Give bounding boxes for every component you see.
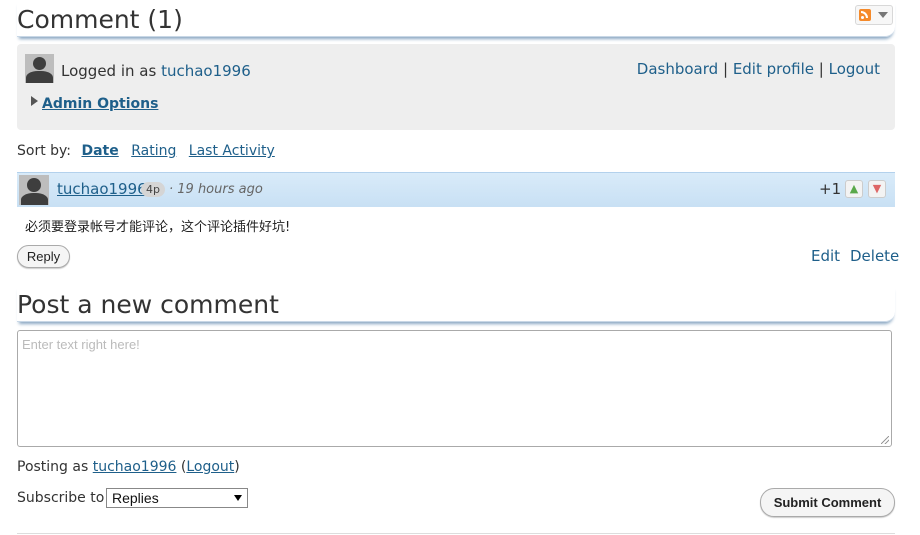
admin-options-link[interactable]: Admin Options bbox=[42, 96, 158, 112]
logged-in-username-link[interactable]: tuchao1996 bbox=[161, 62, 251, 80]
comment-body: 必须要登录帐号才能评论，这个评论插件好坑! bbox=[25, 220, 291, 235]
avatar bbox=[25, 54, 54, 83]
admin-options-toggle[interactable]: Admin Options bbox=[31, 96, 158, 112]
edit-comment-link[interactable]: Edit bbox=[811, 247, 840, 265]
sort-label: Sort by: bbox=[17, 143, 72, 159]
subscribe-select[interactable]: Replies bbox=[106, 488, 248, 508]
account-links: Dashboard | Edit profile | Logout bbox=[637, 60, 880, 78]
logout-link[interactable]: Logout bbox=[829, 60, 880, 78]
comment-score: +1 bbox=[819, 180, 842, 198]
sort-bar: Sort by: Date Rating Last Activity bbox=[17, 143, 275, 159]
submit-comment-button[interactable]: Submit Comment bbox=[760, 488, 895, 517]
thumbs-up-icon[interactable]: ▲ bbox=[845, 180, 863, 198]
sort-option-rating[interactable]: Rating bbox=[131, 143, 176, 159]
logged-in-status: Logged in as tuchao1996 bbox=[61, 62, 251, 80]
subscribe-label: Subscribe to bbox=[17, 490, 105, 506]
comments-title: Comment (1) bbox=[17, 5, 183, 34]
comment-author-link[interactable]: tuchao1996 bbox=[57, 180, 147, 198]
post-comment-title: Post a new comment bbox=[17, 290, 279, 319]
subscribe-selected-value: Replies bbox=[112, 490, 159, 506]
edit-profile-link[interactable]: Edit profile bbox=[733, 60, 814, 78]
dropdown-arrow-icon bbox=[234, 495, 242, 501]
chevron-down-icon bbox=[878, 12, 888, 18]
delete-comment-link[interactable]: Delete bbox=[850, 247, 899, 265]
link-separator: | bbox=[722, 60, 729, 78]
logged-in-label: Logged in as bbox=[61, 62, 157, 80]
divider bbox=[17, 533, 895, 534]
resize-handle-icon[interactable] bbox=[881, 436, 889, 444]
user-points-badge: 4p bbox=[141, 182, 165, 197]
expand-triangle-icon bbox=[31, 96, 38, 106]
login-panel bbox=[17, 44, 895, 130]
reply-button[interactable]: Reply bbox=[17, 245, 70, 268]
rss-feed-icon bbox=[859, 9, 871, 21]
posting-as-logout-link[interactable]: Logout bbox=[186, 459, 234, 475]
comment-avatar[interactable] bbox=[19, 175, 49, 205]
sort-option-last-activity[interactable]: Last Activity bbox=[189, 143, 275, 159]
posting-as-username-link[interactable]: tuchao1996 bbox=[93, 459, 177, 475]
rss-dropdown-button[interactable] bbox=[855, 5, 893, 25]
comment-textarea[interactable]: Enter text right here! bbox=[17, 330, 892, 447]
dashboard-link[interactable]: Dashboard bbox=[637, 60, 718, 78]
posting-as-label: Posting as bbox=[17, 459, 89, 475]
sort-option-date[interactable]: Date bbox=[81, 143, 118, 159]
posting-as-line: Posting as tuchao1996 (Logout) bbox=[17, 459, 240, 475]
comment-timestamp: · 19 hours ago bbox=[169, 182, 263, 197]
textarea-placeholder: Enter text right here! bbox=[22, 337, 140, 352]
link-separator: | bbox=[818, 60, 824, 78]
post-comment-heading: Post a new comment bbox=[17, 285, 895, 322]
thumbs-down-icon[interactable]: ▼ bbox=[868, 180, 886, 198]
comments-heading: Comment (1) bbox=[17, 0, 895, 37]
